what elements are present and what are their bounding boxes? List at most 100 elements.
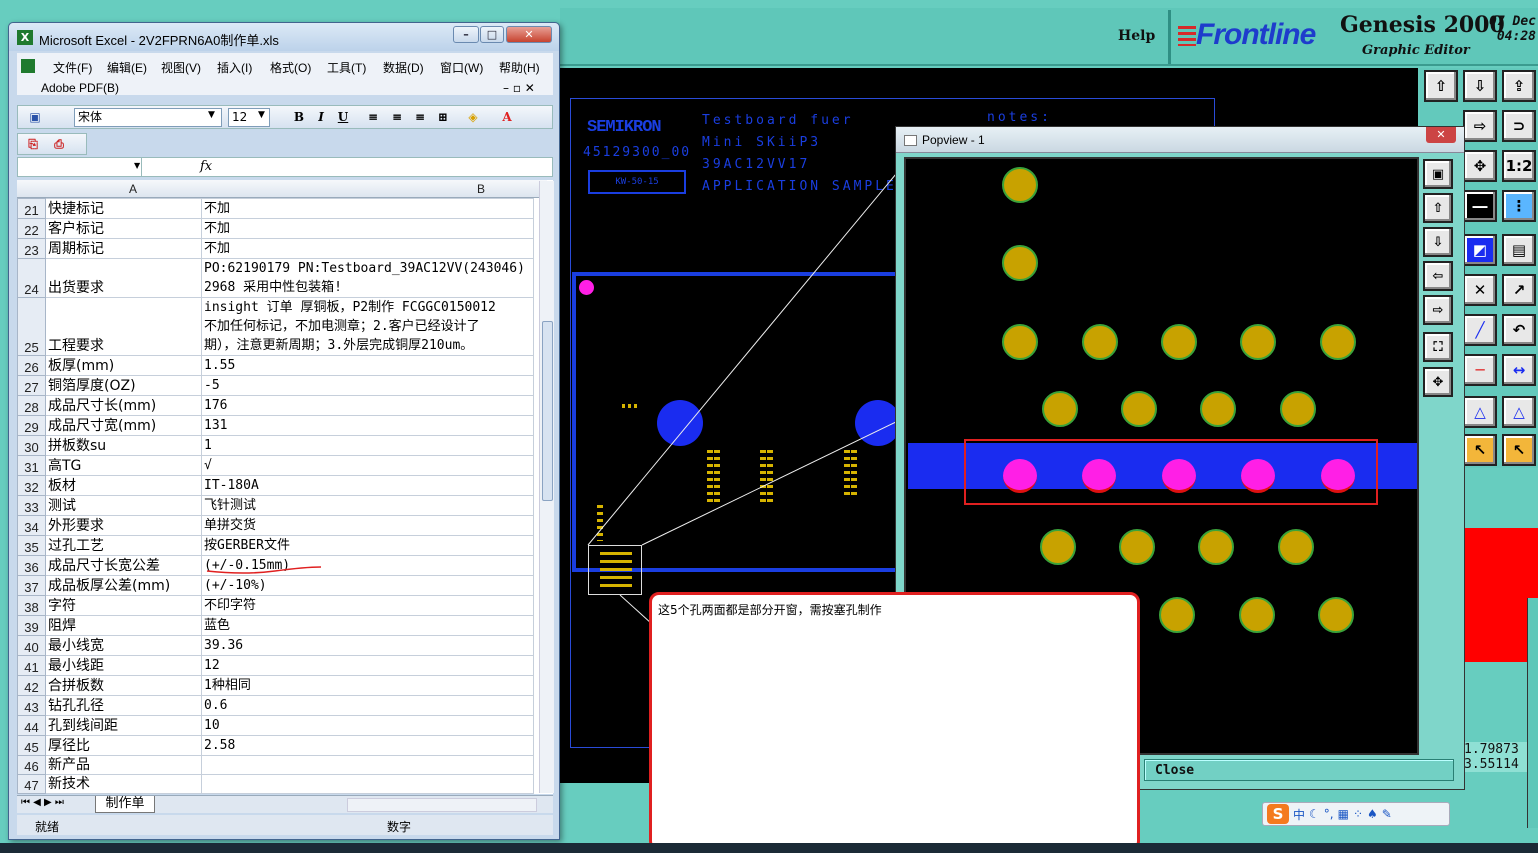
menu-edit[interactable]: 编辑(E) <box>107 59 147 76</box>
row-number[interactable]: 32 <box>17 475 46 496</box>
moon-icon[interactable]: ☾ <box>1309 807 1320 821</box>
row-number[interactable]: 35 <box>17 535 46 556</box>
cell-b[interactable]: 131 <box>201 415 534 436</box>
cell-b[interactable]: 1 <box>201 435 534 456</box>
cell-b[interactable]: √ <box>201 455 534 476</box>
cell-a[interactable]: 孔到线间距 <box>45 715 202 736</box>
maximize-icon[interactable]: □ <box>480 26 504 43</box>
cell-a[interactable]: 外形要求 <box>45 515 202 536</box>
cell-a[interactable]: 最小线宽 <box>45 635 202 656</box>
cell-b[interactable]: 39.36 <box>201 635 534 656</box>
cell-a[interactable]: 总孔数 <box>45 793 202 794</box>
view-icon[interactable]: ▣ <box>1423 159 1453 189</box>
fill-color-icon[interactable]: ◈ <box>464 109 482 125</box>
cell-b[interactable]: 不加 <box>201 198 534 219</box>
cell-b[interactable]: 不印字符 <box>201 595 534 616</box>
cell-b[interactable]: 2.58 <box>201 735 534 756</box>
cell-a[interactable]: 阻焊 <box>45 615 202 636</box>
menu-data[interactable]: 数据(D) <box>383 59 424 76</box>
cell-b[interactable]: 按GERBER文件 <box>201 535 534 556</box>
cell-a[interactable]: 高TG <box>45 455 202 476</box>
column-header-b[interactable]: B <box>477 182 485 196</box>
namebox-dropdown-icon[interactable]: ▼ <box>134 161 140 170</box>
cell-a[interactable]: 快捷标记 <box>45 198 202 219</box>
name-box[interactable] <box>18 158 142 176</box>
excel-titlebar[interactable]: X Microsoft Excel - 2V2FPRN6A0制作单.xls – … <box>9 23 559 51</box>
size-dropdown-icon[interactable]: ▼ <box>258 110 265 120</box>
cell-a[interactable]: 钻孔孔径 <box>45 695 202 716</box>
scale-1-2-icon[interactable]: 1:2 <box>1502 150 1536 182</box>
cell-a[interactable]: 成品尺寸长宽公差 <box>45 555 202 576</box>
menu-file[interactable]: 文件(F) <box>53 59 92 76</box>
row-number[interactable]: 27 <box>17 375 46 396</box>
font-color-icon[interactable]: A <box>498 109 516 125</box>
row-number[interactable]: 30 <box>17 435 46 456</box>
row-number[interactable]: 29 <box>17 415 46 436</box>
triangle-icon[interactable]: △ <box>1463 396 1497 428</box>
ime-toolbar[interactable]: S 中 ☾ °, ▦ ⁘ ♠ ✎ <box>1262 802 1450 826</box>
italic-icon[interactable]: I <box>312 109 330 125</box>
row-number[interactable]: 46 <box>17 755 46 775</box>
row-number[interactable]: 38 <box>17 595 46 616</box>
row-number[interactable]: 23 <box>17 238 46 259</box>
doc-window-controls[interactable]: – ▫ ✕ <box>503 81 535 95</box>
cell-a[interactable]: 铜箔厚度(OZ) <box>45 375 202 396</box>
cell-b[interactable]: 0.6 <box>201 695 534 716</box>
cell-a[interactable]: 出货要求 <box>45 258 202 298</box>
cell-a[interactable]: 拼板数su <box>45 435 202 456</box>
zoom-out-icon[interactable]: ⇩ <box>1423 227 1453 257</box>
minimize-icon[interactable]: – <box>453 26 479 43</box>
cell-a[interactable]: 测试 <box>45 495 202 516</box>
horizontal-line-icon[interactable]: ─ <box>1463 354 1497 386</box>
row-number[interactable]: 31 <box>17 455 46 476</box>
import-icon[interactable]: ⇧ <box>1424 70 1458 102</box>
cell-a[interactable]: 新产品 <box>45 755 202 775</box>
dimension-icon[interactable]: △ <box>1502 396 1536 428</box>
shirt-icon[interactable]: ♠ <box>1367 807 1378 821</box>
cell-b[interactable]: PO:62190179 PN:Testboard_39AC12VV(243046… <box>201 258 534 298</box>
row-number[interactable]: 33 <box>17 495 46 516</box>
cell-b[interactable]: -5 <box>201 375 534 396</box>
menu-format[interactable]: 格式(O) <box>270 59 311 76</box>
cell-b[interactable]: IT-180A <box>201 475 534 496</box>
wrench-icon[interactable]: ✎ <box>1382 807 1392 821</box>
row-number[interactable]: 40 <box>17 635 46 656</box>
cell-a[interactable]: 工程要求 <box>45 297 202 356</box>
cell-a[interactable]: 客户标记 <box>45 218 202 239</box>
close-icon[interactable]: ✕ <box>506 26 552 43</box>
row-number[interactable]: 43 <box>17 695 46 716</box>
cell-b[interactable]: 1种相同 <box>201 675 534 696</box>
pan-right-icon[interactable]: ⇨ <box>1423 295 1453 325</box>
row-number[interactable]: 41 <box>17 655 46 676</box>
pan-left-icon[interactable]: ⇦ <box>1423 261 1453 291</box>
tab-nav-icon[interactable]: ⏮ ◀ ▶ ⏭ <box>21 797 64 808</box>
font-dropdown-icon[interactable]: ▼ <box>208 110 215 120</box>
pdf-icon[interactable]: ⎘ <box>24 136 42 152</box>
undo-icon[interactable]: ↶ <box>1502 314 1536 346</box>
cell-b[interactable]: (+/-10%) <box>201 575 534 596</box>
menu-window[interactable]: 窗口(W) <box>440 59 483 76</box>
cell-a[interactable]: 板材 <box>45 475 202 496</box>
cell-a[interactable]: 最小线距 <box>45 655 202 676</box>
pdf-mail-icon[interactable]: ⎙ <box>50 136 68 152</box>
align-center-icon[interactable]: ≡ <box>388 109 406 125</box>
delete-icon[interactable]: ✕ <box>1463 274 1497 306</box>
vertical-scrollbar[interactable] <box>539 181 554 793</box>
zoom-in-icon[interactable]: ⇧ <box>1423 193 1453 223</box>
cell-b[interactable]: 10 <box>201 715 534 736</box>
cell-b[interactable]: 单拼交货 <box>201 515 534 536</box>
fit-icon[interactable]: ⛶ <box>1423 332 1453 362</box>
line-tool-icon[interactable]: ― <box>1463 190 1497 222</box>
center-view-icon[interactable]: ✥ <box>1423 367 1453 397</box>
punctuation-icon[interactable]: °, <box>1324 807 1334 821</box>
row-number[interactable]: 25 <box>17 297 46 356</box>
align-right-icon[interactable]: ≡ <box>411 109 429 125</box>
cell-a[interactable]: 过孔工艺 <box>45 535 202 556</box>
settings-dots-icon[interactable]: ⁘ <box>1353 807 1363 821</box>
cell-b[interactable]: 蓝色 <box>201 615 534 636</box>
node-icon[interactable]: ↗ <box>1502 274 1536 306</box>
horizontal-scrollbar[interactable] <box>347 798 537 812</box>
row-number[interactable]: 37 <box>17 575 46 596</box>
cell-b[interactable]: 176 <box>201 395 534 416</box>
cell-b[interactable] <box>201 774 534 794</box>
